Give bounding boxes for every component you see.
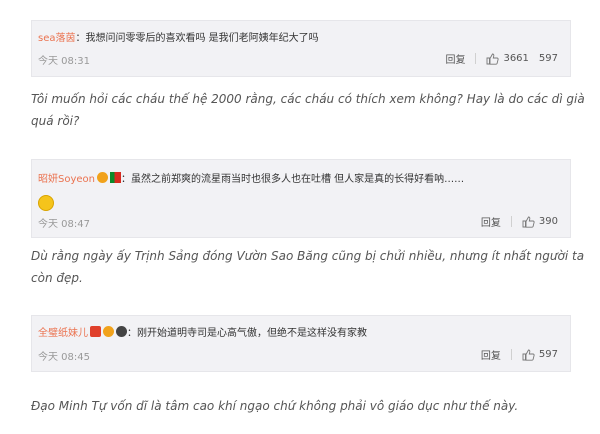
translation-text: Tôi muốn hỏi các cháu thế hệ 2000 rằng, … xyxy=(31,92,585,128)
flag-icon xyxy=(110,172,121,183)
comment-text: ：刚开始道明寺司是心高气傲，但绝不是这样没有家教 xyxy=(127,328,367,339)
comment-line: sea落茵：我想问问零零后的喜欢看吗 是我们老阿姨年纪大了吗 xyxy=(38,29,319,44)
like-count: 3661 xyxy=(503,53,529,64)
comment-username[interactable]: 全璧纸妹儿 xyxy=(38,328,88,339)
thumbs-up-icon[interactable] xyxy=(522,349,535,361)
comment-username[interactable]: sea落茵 xyxy=(38,33,76,44)
vip-badge-icon xyxy=(90,326,101,337)
reply-button[interactable]: 回复 xyxy=(445,51,465,66)
level-badge-icon xyxy=(116,326,127,337)
comment-timestamp: 今天 08:47 xyxy=(38,219,90,230)
comment-card: sea落茵：我想问问零零后的喜欢看吗 是我们老阿姨年纪大了吗 今天 08:31 … xyxy=(31,20,571,77)
translation-text: Dù rằng ngày ấy Trịnh Sảng đóng Vườn Sao… xyxy=(31,249,585,285)
comment-timestamp: 今天 08:45 xyxy=(38,352,90,363)
comment-text: ：虽然之前郑爽的流星雨当时也很多人也在吐槽 但人家是真的长得好看呐…… xyxy=(121,174,465,185)
action-divider xyxy=(475,53,477,64)
member-badge-icon xyxy=(97,172,108,183)
like-count: 597 xyxy=(538,349,558,360)
comment-card: 全璧纸妹儿 ：刚开始道明寺司是心高气傲，但绝不是这样没有家教 今天 08:45 回… xyxy=(31,315,571,372)
member-badge-icon xyxy=(103,326,114,337)
thumbs-up-icon[interactable] xyxy=(522,216,535,228)
smile-emoji-icon xyxy=(38,195,54,211)
comment-actions: 回复 597 xyxy=(481,347,558,362)
comment-actions: 回复 3661 597 xyxy=(445,51,558,66)
comment-line: 昭妍Soyeon ：虽然之前郑爽的流星雨当时也很多人也在吐槽 但人家是真的长得好看… xyxy=(38,170,464,185)
secondary-count: 597 xyxy=(538,53,558,64)
thumbs-up-icon[interactable] xyxy=(486,53,500,65)
action-divider xyxy=(510,216,512,227)
reply-button[interactable]: 回复 xyxy=(481,214,501,229)
reply-button[interactable]: 回复 xyxy=(481,347,501,362)
comment-username[interactable]: 昭妍Soyeon xyxy=(38,174,95,185)
comment-line: 全璧纸妹儿 ：刚开始道明寺司是心高气傲，但绝不是这样没有家教 xyxy=(38,324,367,339)
translation-text: Đạo Minh Tự vốn dĩ là tâm cao khí ngạo c… xyxy=(31,399,519,413)
comment-card: 昭妍Soyeon ：虽然之前郑爽的流星雨当时也很多人也在吐槽 但人家是真的长得好看… xyxy=(31,159,571,238)
comment-timestamp: 今天 08:31 xyxy=(38,56,90,67)
like-count: 390 xyxy=(538,216,558,227)
comment-actions: 回复 390 xyxy=(481,214,558,229)
action-divider xyxy=(510,349,512,360)
comment-text: ：我想问问零零后的喜欢看吗 是我们老阿姨年纪大了吗 xyxy=(75,33,319,44)
